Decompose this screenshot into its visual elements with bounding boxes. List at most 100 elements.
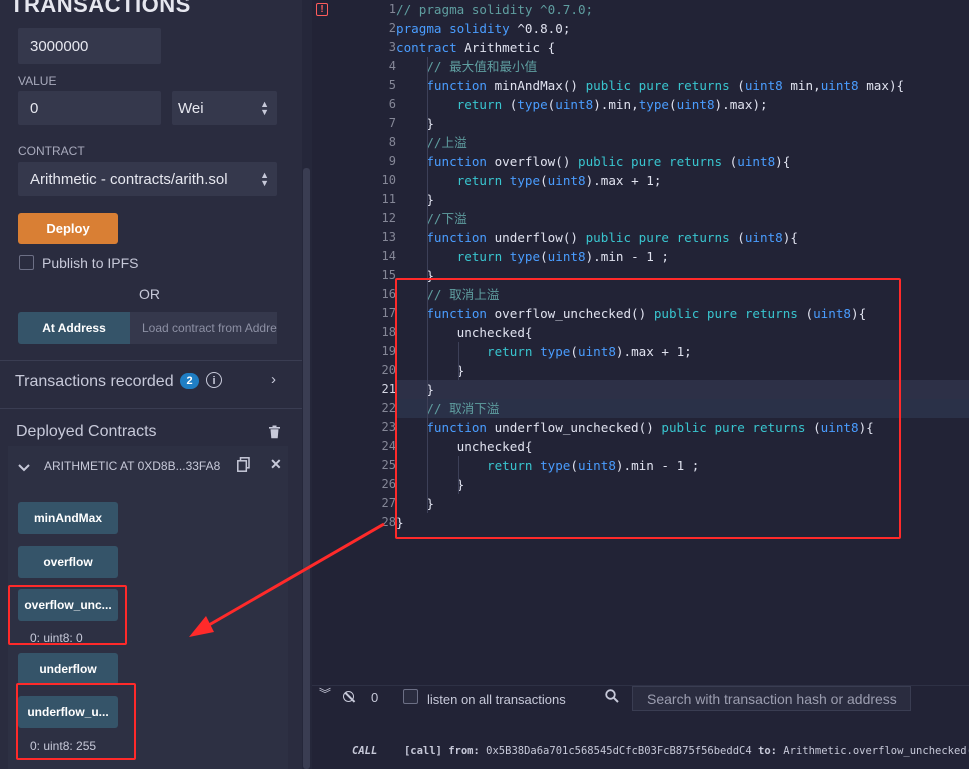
code-token: uint8 xyxy=(744,78,783,93)
code-token: function xyxy=(396,230,495,245)
code-token: } xyxy=(396,116,434,131)
line-number: 16 xyxy=(381,287,396,301)
publish-ipfs-label: Publish to IPFS xyxy=(42,255,139,271)
value-unit-select[interactable]: Wei ▲ ▼ xyxy=(172,91,277,125)
code-line: } xyxy=(396,475,465,494)
terminal-log-entry[interactable]: CALL [call] from: 0x5B38Da6a701c568545dC… xyxy=(352,745,969,757)
collapse-terminal-icon[interactable]: ︾ xyxy=(319,688,331,700)
code-line: // 取消下溢 xyxy=(396,399,499,418)
code-line: } xyxy=(396,494,434,513)
line-number: 6 xyxy=(388,97,396,111)
contract-select[interactable]: Arithmetic - contracts/arith.sol ▲ ▼ xyxy=(18,162,277,196)
code-token: underflow_unchecked() xyxy=(494,420,662,435)
close-icon[interactable]: ✕ xyxy=(270,456,282,473)
code-token: type xyxy=(540,344,571,359)
fn-overflow-unchecked-button[interactable]: overflow_unc... xyxy=(18,589,118,621)
line-number: 15 xyxy=(381,268,396,282)
listen-all-label: listen on all transactions xyxy=(427,692,566,707)
panel-scrollbar-thumb[interactable] xyxy=(303,168,310,769)
code-line: contract Arithmetic { xyxy=(396,38,555,57)
code-token: ).max + 1; xyxy=(585,173,662,188)
code-line: return type(uint8).max + 1; xyxy=(396,171,662,190)
code-token: ){ xyxy=(851,306,867,321)
terminal-panel: ︾ 0 listen on all transactions Search wi… xyxy=(312,685,969,769)
transactions-recorded-label[interactable]: Transactions recorded xyxy=(15,373,174,391)
code-token: ( xyxy=(570,344,578,359)
deploy-button[interactable]: Deploy xyxy=(18,213,118,244)
code-token: return xyxy=(396,458,541,473)
line-number: 1 xyxy=(388,2,396,16)
line-number: 11 xyxy=(381,192,396,206)
trash-icon[interactable] xyxy=(268,425,281,444)
underflow-unchecked-result: 0: uint8: 255 xyxy=(30,739,97,753)
log-to-label: to: xyxy=(758,745,777,757)
active-line-highlight xyxy=(396,380,969,399)
code-line: return (type(uint8).min,type(uint8).max)… xyxy=(396,95,768,114)
code-line: return type(uint8).min - 1 ; xyxy=(396,456,699,475)
code-token: Arithmetic { xyxy=(464,40,556,55)
code-token: } xyxy=(396,268,434,283)
fn-underflow-button[interactable]: underflow xyxy=(18,653,118,685)
info-icon[interactable]: i xyxy=(206,372,222,388)
line-number: 20 xyxy=(381,363,396,377)
code-token: function xyxy=(396,154,495,169)
code-line: // 最大值和最小值 xyxy=(396,57,537,76)
fn-minandmax-button[interactable]: minAndMax xyxy=(18,502,118,534)
code-token: ){ xyxy=(775,154,791,169)
log-tag: [call] xyxy=(403,745,442,757)
clear-console-icon[interactable] xyxy=(343,691,355,703)
line-number: 21 xyxy=(381,382,396,396)
code-token: public pure xyxy=(653,306,745,321)
line-number: 26 xyxy=(381,477,396,491)
search-icon xyxy=(605,689,619,708)
code-editor[interactable]: ! 1 2 3 4 5 6 7 8 9 10 11 12 13 14 15 16 17 18 19 20 21 22 23 2… xyxy=(312,0,969,685)
code-token: // 最大值和最小值 xyxy=(396,59,538,74)
line-number: 8 xyxy=(388,135,396,149)
contract-instance-label: ARITHMETIC AT 0XD8B...33FA8 xyxy=(44,459,221,473)
listen-all-checkbox[interactable] xyxy=(403,689,418,704)
line-number: 28 xyxy=(381,515,396,529)
terminal-search-input[interactable]: Search with transaction hash or address xyxy=(632,686,911,711)
code-line: return type(uint8).max + 1; xyxy=(396,342,692,361)
code-token: function xyxy=(396,78,495,93)
line-number: 24 xyxy=(381,439,396,453)
code-line: function overflow_unchecked() public pur… xyxy=(396,304,866,323)
code-token: ( xyxy=(570,458,578,473)
fn-overflow-button[interactable]: overflow xyxy=(18,546,118,578)
code-token: ).min - 1 ; xyxy=(615,458,700,473)
line-number: 19 xyxy=(381,344,396,358)
code-token: minAndMax() xyxy=(494,78,586,93)
chevron-right-icon[interactable]: › xyxy=(271,371,276,388)
at-address-button[interactable]: At Address xyxy=(18,312,130,344)
publish-ipfs-checkbox[interactable] xyxy=(19,255,34,270)
code-line: } xyxy=(396,361,465,380)
panel-scrollbar-track[interactable] xyxy=(302,0,312,769)
copy-icon[interactable] xyxy=(237,457,250,477)
code-line: } xyxy=(396,114,434,133)
code-token: type xyxy=(540,458,571,473)
code-token: } xyxy=(396,477,465,492)
code-token: ( xyxy=(540,249,548,264)
deployed-contracts-label: Deployed Contracts xyxy=(16,423,157,440)
value-input[interactable]: 0 xyxy=(18,91,161,125)
code-line: unchecked{ xyxy=(396,437,533,456)
code-token: returns xyxy=(668,154,730,169)
code-line: } xyxy=(396,380,434,399)
code-token: // pragma solidity ^0.7.0; xyxy=(396,2,594,17)
code-token: returns xyxy=(744,306,806,321)
fn-underflow-unchecked-button[interactable]: underflow_u... xyxy=(18,696,118,728)
code-line: function overflow() public pure returns … xyxy=(396,152,790,171)
code-token: type xyxy=(509,173,541,188)
load-contract-address-input[interactable]: Load contract from Address xyxy=(130,312,277,344)
transactions-count-badge: 2 xyxy=(180,373,199,389)
line-number-gutter: 1 2 3 4 5 6 7 8 9 10 11 12 13 14 15 16 17 18 19 20 21 22 23 24 2… xyxy=(312,0,396,685)
line-number: 27 xyxy=(381,496,396,510)
code-token: } xyxy=(396,496,434,511)
code-line: function underflow_unchecked() public pu… xyxy=(396,418,873,437)
contract-label: CONTRACT xyxy=(18,144,85,158)
code-token: uint8 xyxy=(820,420,859,435)
code-token: unchecked{ xyxy=(396,325,533,340)
gas-limit-input[interactable]: 3000000 xyxy=(18,28,161,64)
chevron-down-icon[interactable] xyxy=(18,459,30,477)
code-token: public pure xyxy=(585,78,677,93)
